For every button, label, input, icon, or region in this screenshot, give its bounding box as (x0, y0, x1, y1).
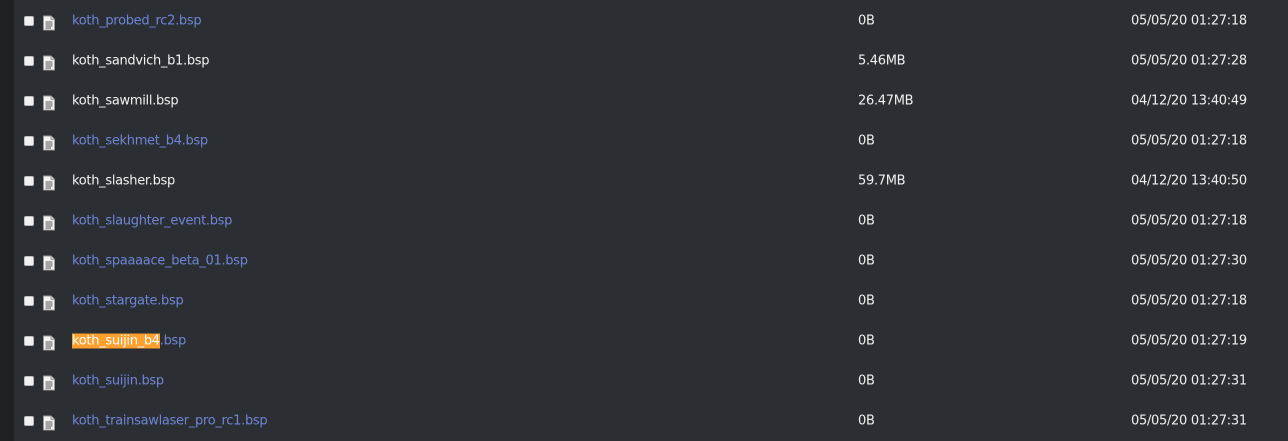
file-list: koth_probed_rc2.bsp 0B 05/05/20 01:27:18… (14, 0, 1288, 441)
select-checkbox[interactable] (24, 336, 34, 346)
file-size: 0B (858, 413, 875, 429)
document-icon (43, 335, 55, 351)
file-date: 05/05/20 01:27:18 (1131, 213, 1247, 229)
file-name-text: koth_sawmill.bsp (72, 93, 179, 109)
file-name-text: koth_slasher.bsp (72, 173, 175, 189)
file-size: 0B (858, 133, 875, 149)
file-size: 5.46MB (858, 53, 906, 69)
file-name-text: koth_sekhmet_b4.bsp (72, 133, 208, 149)
document-icon (43, 375, 55, 391)
file-name-link[interactable]: koth_sandvich_b1.bsp (72, 53, 210, 69)
document-icon (43, 15, 55, 30)
file-size: 0B (858, 253, 875, 269)
file-row: koth_suijin.bsp 0B 05/05/20 01:27:31 (14, 361, 1288, 401)
file-size: 59.7MB (858, 173, 906, 189)
select-checkbox[interactable] (24, 136, 34, 146)
file-date: 05/05/20 01:27:28 (1131, 53, 1247, 69)
file-size: 0B (858, 13, 875, 28)
file-row: koth_slasher.bsp 59.7MB 04/12/20 13:40:5… (14, 161, 1288, 201)
document-icon (43, 215, 55, 231)
file-name-link[interactable]: koth_sekhmet_b4.bsp (72, 134, 208, 149)
file-size: 0B (858, 373, 875, 389)
file-row: koth_trainsawlaser_pro_rc1.bsp 0B 05/05/… (14, 401, 1288, 441)
document-icon (43, 415, 55, 431)
file-row: koth_sekhmet_b4.bsp 0B 05/05/20 01:27:18 (14, 121, 1288, 161)
file-name-link[interactable]: koth_spaaaace_beta_01.bsp (72, 254, 248, 269)
select-checkbox[interactable] (24, 416, 34, 426)
file-name-text: koth_spaaaace_beta_01.bsp (72, 253, 248, 269)
file-name-text: koth_slaughter_event.bsp (72, 213, 233, 229)
file-row: koth_sandvich_b1.bsp 5.46MB 05/05/20 01:… (14, 41, 1288, 81)
select-checkbox[interactable] (24, 176, 34, 186)
file-name-text: koth_trainsawlaser_pro_rc1.bsp (72, 413, 268, 429)
file-size: 0B (858, 333, 875, 349)
select-checkbox[interactable] (24, 256, 34, 266)
file-name-link[interactable]: koth_suijin_b4.bsp (72, 333, 187, 349)
file-name-link[interactable]: koth_stargate.bsp (72, 293, 184, 309)
select-checkbox[interactable] (24, 376, 34, 386)
file-size: 26.47MB (858, 93, 914, 109)
file-row: koth_suijin_b4.bsp 0B 05/05/20 01:27:19 (14, 321, 1288, 361)
select-checkbox[interactable] (24, 96, 34, 106)
file-date: 04/12/20 13:40:49 (1131, 93, 1247, 109)
document-icon (43, 95, 55, 111)
file-name-text: koth_suijin.bsp (72, 373, 164, 389)
select-checkbox[interactable] (24, 15, 34, 26)
file-row: koth_sawmill.bsp 26.47MB 04/12/20 13:40:… (14, 81, 1288, 121)
file-row: koth_slaughter_event.bsp 0B 05/05/20 01:… (14, 201, 1288, 241)
select-checkbox[interactable] (24, 296, 34, 306)
document-icon (43, 295, 55, 311)
file-name-text: .bsp (159, 333, 187, 349)
file-name-link[interactable]: koth_slasher.bsp (72, 174, 175, 189)
file-name-link[interactable]: koth_slaughter_event.bsp (72, 214, 232, 229)
file-size: 0B (858, 293, 875, 309)
document-icon (43, 255, 55, 271)
select-checkbox[interactable] (24, 56, 34, 66)
file-date: 04/12/20 13:40:50 (1131, 173, 1247, 189)
file-row: koth_spaaaace_beta_01.bsp 0B 05/05/20 01… (14, 241, 1288, 281)
file-name-link[interactable]: koth_probed_rc2.bsp (72, 13, 202, 28)
file-name-link[interactable]: koth_trainsawlaser_pro_rc1.bsp (72, 413, 268, 429)
file-name-link[interactable]: koth_suijin.bsp (72, 374, 164, 389)
document-icon (43, 55, 55, 71)
file-date: 05/05/20 01:27:31 (1131, 373, 1247, 389)
file-size: 0B (858, 213, 875, 229)
file-name-text: koth_probed_rc2.bsp (72, 13, 202, 28)
file-row: koth_probed_rc2.bsp 0B 05/05/20 01:27:18 (14, 0, 1288, 41)
search-highlight: koth_suijin_b4 (72, 333, 160, 349)
left-edge-panel (0, 0, 14, 441)
file-date: 05/05/20 01:27:19 (1131, 333, 1247, 349)
document-icon (43, 135, 55, 151)
file-name-text: koth_sandvich_b1.bsp (72, 53, 210, 69)
file-date: 05/05/20 01:27:18 (1131, 13, 1247, 28)
file-date: 05/05/20 01:27:18 (1131, 293, 1247, 309)
select-checkbox[interactable] (24, 216, 34, 226)
file-row: koth_stargate.bsp 0B 05/05/20 01:27:18 (14, 281, 1288, 321)
file-date: 05/05/20 01:27:18 (1131, 133, 1247, 149)
file-date: 05/05/20 01:27:30 (1131, 253, 1247, 269)
file-listing-page: koth_probed_rc2.bsp 0B 05/05/20 01:27:18… (0, 0, 1288, 441)
file-name-link[interactable]: koth_sawmill.bsp (72, 93, 179, 109)
file-date: 05/05/20 01:27:31 (1131, 413, 1247, 429)
document-icon (43, 175, 55, 191)
file-name-text: koth_stargate.bsp (72, 293, 184, 309)
